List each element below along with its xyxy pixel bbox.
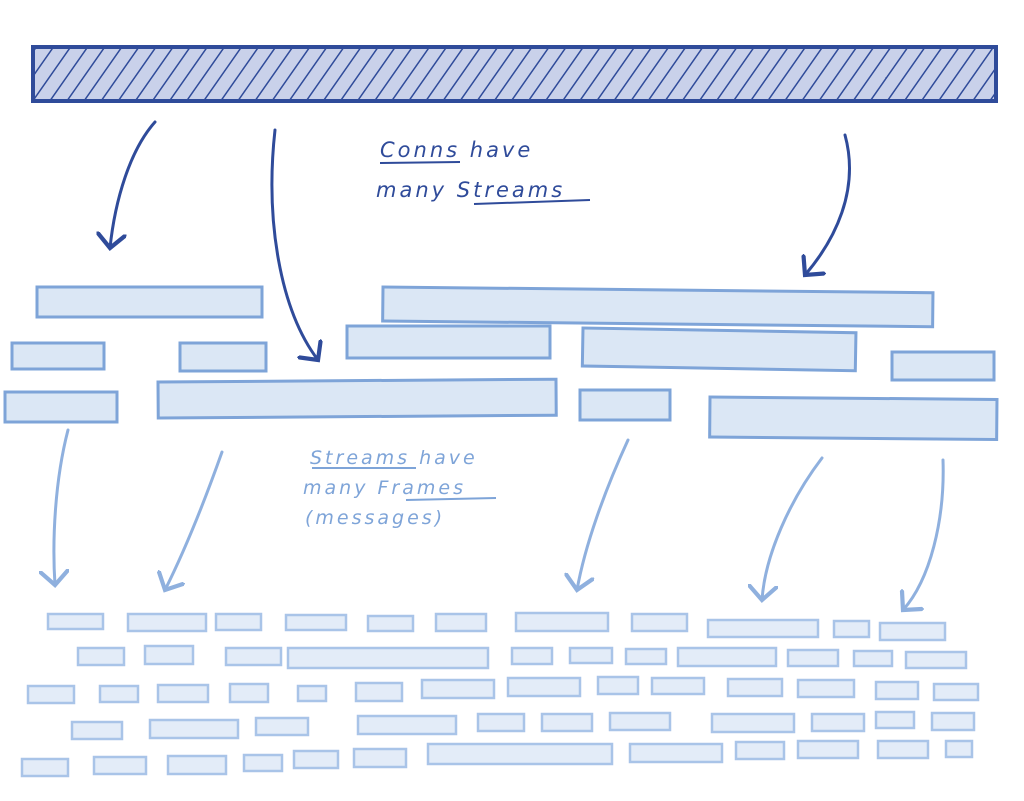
stream-arrow [903,458,945,610]
frame [796,678,856,699]
stream [345,324,552,360]
frame [510,646,554,666]
frame [832,619,871,639]
stream [35,285,264,319]
frame [506,676,582,698]
frame [944,739,974,759]
frame [706,618,820,639]
svg-text:Conns have: Conns have [380,138,533,162]
frame [126,612,208,633]
frame [420,678,496,700]
frame [254,716,310,737]
frame [710,712,796,734]
messages-note: (messages) [305,507,445,529]
frame [630,612,689,633]
frame [296,684,328,703]
frame [810,712,866,733]
conn-arrow-middle [270,128,318,360]
connection-bar [31,45,998,103]
frame [876,739,930,760]
frame [904,650,968,670]
streams-note: Streams have many Frames (messages) [303,447,497,529]
frame [98,684,140,704]
frame [228,682,270,704]
stream-arrow [577,438,630,590]
stream [178,341,268,373]
frame [796,739,860,760]
frame [608,711,672,732]
frame [224,646,283,667]
frame [624,647,668,666]
many-word-1: many [376,178,457,202]
stream [890,350,996,382]
stream [578,388,672,422]
frame [650,676,706,696]
many-word-2: many [303,477,377,499]
frame [676,646,778,668]
stream [3,390,119,424]
streams-word-2: Streams [310,447,410,469]
frame [878,621,947,642]
stream-arrow [762,456,824,600]
stream [580,326,858,373]
frame [214,612,263,632]
frame [26,684,76,705]
frame [930,711,976,732]
frame [852,649,894,668]
streams [3,285,999,442]
frame [726,677,784,698]
frame [352,747,408,769]
frame [46,612,105,631]
frame [354,681,404,703]
frame [874,680,920,701]
frame [148,718,240,740]
frame [284,613,348,632]
frame [242,753,284,773]
svg-text:Streams have: Streams have [310,447,478,469]
frame [20,757,70,778]
stream-arrow [165,450,224,590]
frame [434,612,488,633]
stream [381,285,935,329]
frame [476,712,526,733]
stream [10,341,106,371]
conns-word: Conns [380,138,460,162]
conn-arrow-right [805,133,851,275]
frames-word: Frames [377,477,465,499]
frame [514,611,610,633]
frame [76,646,126,667]
frame [286,646,490,670]
frame [70,720,124,741]
conn-arrow-left [110,120,157,248]
frame [356,714,458,736]
frame [786,648,840,668]
frame [426,742,614,766]
have-word-1: have [460,138,533,162]
frame [92,755,148,776]
streams-word: Streams [457,178,565,202]
frame [292,749,340,770]
connections-note: Conns have many Streams [376,138,591,205]
have-word-2: have [410,447,478,469]
frame [932,682,980,702]
svg-text:many Streams: many Streams [376,178,565,202]
stream [708,395,999,442]
stream-arrows [54,428,945,610]
frame [628,742,724,764]
frame [366,614,415,633]
frame [734,740,786,761]
frames [20,611,980,778]
frame [874,710,916,730]
frame [166,754,228,776]
frame [568,646,614,665]
frame [540,712,594,733]
frame [156,683,210,704]
svg-text:many Frames: many Frames [303,477,466,499]
diagram-canvas: Conns have many Streams Streams have man… [3,45,999,778]
frame [596,675,640,696]
stream [156,377,558,420]
stream-arrow [54,428,68,585]
frame [143,644,195,666]
